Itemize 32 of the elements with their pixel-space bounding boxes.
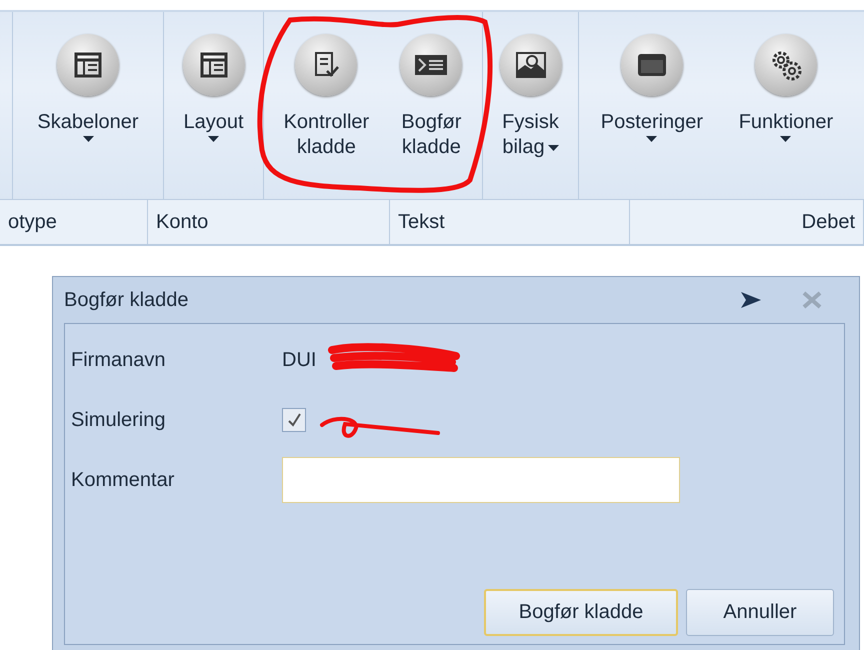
window-icon	[636, 53, 667, 77]
caret-icon	[82, 135, 94, 143]
field-label: Kommentar	[71, 468, 176, 492]
ribbon-button[interactable]: Posteringer	[598, 12, 706, 199]
table-layout-icon	[74, 52, 102, 78]
checkbox[interactable]	[282, 408, 306, 432]
ribbon-button[interactable]: Skabeloner	[35, 12, 141, 199]
dialog-title: Bogfør kladde	[64, 288, 190, 312]
column-header[interactable]: Konto	[148, 200, 390, 244]
field-label: Firmanavn	[71, 348, 166, 372]
ribbon-button[interactable]: Funktioner	[736, 12, 836, 199]
field-label: Simulering	[71, 408, 166, 432]
column-header[interactable]: Debet	[630, 200, 864, 244]
caret-icon	[548, 144, 559, 152]
dialog-button[interactable]: Annuller	[686, 589, 834, 636]
check-icon	[287, 413, 301, 427]
dialog-button[interactable]: Bogfør kladde	[484, 589, 678, 636]
ribbon-button[interactable]: Bogfør kladde	[398, 12, 464, 199]
caret-icon	[780, 135, 792, 143]
ribbon-button[interactable]: Layout	[180, 12, 246, 199]
field-value: DUI	[282, 348, 316, 372]
ribbon-button[interactable]: Kontroller kladde	[282, 12, 372, 199]
table-layout-icon	[200, 52, 228, 78]
pin-arrow-icon[interactable]	[741, 292, 761, 308]
column-header[interactable]: Tekst	[390, 200, 630, 244]
comment-field[interactable]	[282, 457, 680, 503]
image-search-icon	[514, 51, 546, 79]
document-check-icon	[312, 51, 340, 79]
caret-icon	[208, 135, 219, 143]
column-header[interactable]: otype	[0, 200, 148, 244]
caret-icon	[646, 135, 658, 143]
ribbon-button[interactable]: Fysisk bilag	[498, 12, 564, 199]
